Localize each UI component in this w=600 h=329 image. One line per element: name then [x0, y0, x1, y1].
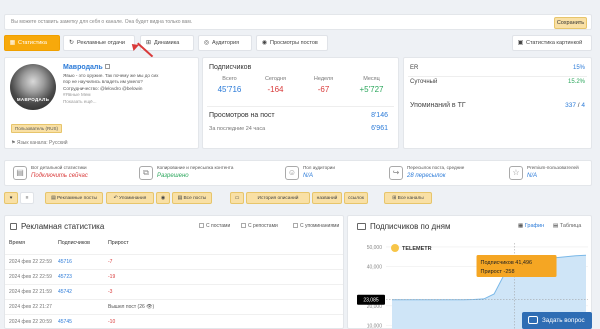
channel-avatar: МАВРОДАЛЬ — [10, 64, 56, 110]
mentions-extra[interactable]: 4 — [581, 102, 585, 109]
filter-with-posts[interactable]: С постами — [199, 223, 230, 229]
er-card: ER 15% Суточный 15.2% Упоминаний в ТГ 337 /… — [403, 57, 592, 149]
external-link-icon[interactable] — [104, 64, 110, 69]
eye-icon: ◉ — [160, 196, 166, 201]
tab-graph[interactable]: ▦ Графин — [518, 223, 544, 229]
menu-button[interactable]: ≡ — [20, 192, 34, 204]
col-header-growth: Прирост — [108, 240, 129, 246]
subscribers-title: Подписчиков — [209, 64, 252, 71]
ad-statistics-title: Рекламная статистика — [21, 222, 105, 231]
er-value: 15% — [572, 65, 585, 71]
daily-er-label: Суточный — [410, 79, 438, 85]
doc-button[interactable]: ▭ — [230, 192, 244, 204]
channel-name[interactable]: Мавродаль — [63, 64, 110, 71]
mentions-button[interactable]: ↶ Упоминания — [106, 192, 154, 204]
document-icon: ▭ — [234, 196, 240, 201]
chart-title: Подписчиков по дням — [370, 222, 451, 231]
star-icon: ☆ — [509, 166, 523, 180]
filter-with-reposts[interactable]: С репостами — [241, 223, 278, 229]
save-note-button[interactable]: Сохранить — [554, 17, 587, 29]
user-icon: ☺ — [285, 166, 299, 180]
connect-now-link[interactable]: Подключить сейчас — [31, 173, 88, 179]
chart-icon: ▤ — [13, 166, 27, 180]
divider — [207, 106, 394, 107]
eye-button[interactable]: ◉ — [156, 192, 170, 204]
category-badge[interactable]: Пользователь (RUS) — [11, 124, 62, 133]
crosshair-label: 23,085 — [363, 298, 379, 304]
forward-icon: ↪ — [389, 166, 403, 180]
daily-er-value: 15.2% — [567, 79, 585, 85]
telemetr-brand: TELEMETR — [402, 246, 432, 252]
mentions-value[interactable]: 337 — [565, 102, 576, 109]
names-history-button[interactable]: названий — [312, 192, 342, 204]
filter-with-mentions[interactable]: С упоминаниями — [293, 223, 339, 229]
views-per-post-value: 8'146 — [371, 112, 388, 119]
subscribers-card: Подписчиков Всего Сегодня Неделя Месяц 4… — [202, 57, 399, 149]
divider — [408, 76, 587, 77]
table-icon — [10, 223, 17, 230]
y-tick-label: 40,000 — [367, 265, 383, 271]
er-label: ER — [410, 65, 419, 71]
tab-dynamics[interactable]: ⊞ Динамика — [140, 35, 194, 51]
tab-ad-returns[interactable]: ↻ Рекламные отдачи — [63, 35, 135, 51]
tab-table[interactable]: ▤ Таблица — [553, 223, 581, 229]
description-history-button[interactable]: История описаний — [246, 192, 310, 204]
table-icon: ▤ — [553, 223, 560, 229]
table-row: 2024 фев 22 21:27 Вышел пост (26 👁) — [5, 299, 343, 314]
heart-button[interactable]: ♥ — [4, 192, 18, 204]
menu-icon: ≡ — [25, 196, 29, 201]
last24-value: 6'961 — [371, 125, 388, 132]
post-published-link[interactable]: Вышел пост (26 👁) — [108, 304, 154, 310]
y-tick-label: 10,000 — [367, 323, 383, 329]
tab-audience[interactable]: ◎ Аудитория — [198, 35, 252, 51]
ask-question-button[interactable]: Задать вопрос — [522, 312, 592, 329]
image-icon: ▣ — [517, 40, 524, 46]
col-header-subs: Подписчиков — [58, 240, 90, 246]
show-more-link[interactable]: Показать ещё... — [63, 99, 197, 105]
copy-icon: ⧉ — [139, 166, 153, 180]
tab-statistics[interactable]: ▦ Статистика — [4, 35, 60, 51]
views-per-post-label: Просмотров на пост — [209, 112, 275, 119]
refresh-icon: ↻ — [68, 40, 75, 46]
y-tick-label: 50,000 — [367, 245, 383, 251]
table-row: 2024 фев 22 22:59 45723 -19 — [5, 269, 343, 284]
last24-label: За последние 24 часа — [209, 126, 266, 132]
stats-icon: ▦ — [9, 40, 16, 46]
subs-today: -164 — [267, 85, 284, 94]
channel-description: Явью - это оружие. Так почему же мы до с… — [63, 73, 197, 105]
chat-icon — [528, 316, 538, 324]
table-row: 2024 фев 22 20:59 45745 -10 — [5, 314, 343, 329]
note-placeholder[interactable]: Вы можете оставить заметку для себя о ка… — [11, 19, 192, 25]
stats-image-button[interactable]: ▣ Статистика картинкой — [512, 35, 592, 51]
telemetr-logo — [391, 244, 399, 252]
chart-icon — [357, 223, 366, 230]
table-row: 2024 фев 22 22:59 45716 -7 — [5, 254, 343, 269]
tooltip-growth: Прирост -258 — [481, 269, 515, 275]
tab-post-views[interactable]: ◉ Просмотры постов — [256, 35, 328, 51]
table-row: 2024 фев 22 21:59 45742 -3 — [5, 284, 343, 299]
subs-month: +5'727 — [359, 85, 384, 94]
heart-icon: ♥ — [9, 196, 13, 201]
tooltip-subs: Подписчиков 41,496 — [481, 260, 533, 266]
eye-icon: ◉ — [261, 40, 268, 46]
col-header-time: Время — [9, 240, 25, 246]
mentions-label: Упоминаний в ТГ — [410, 102, 466, 109]
chart-icon: ▦ — [518, 223, 525, 229]
subs-week: -67 — [317, 85, 330, 94]
links-history-button[interactable]: ссылок — [344, 192, 368, 204]
all-posts-button[interactable]: ▤ Все посты — [172, 192, 212, 204]
channel-profile-card: МАВРОДАЛЬ Мавродаль Явью - это оружие. Т… — [4, 57, 199, 149]
ad-posts-button[interactable]: ▤ Рекламные посты — [45, 192, 103, 204]
audience-icon: ◎ — [203, 40, 210, 46]
ad-statistics-panel: Рекламная статистика С постами С репоста… — [4, 215, 344, 329]
subs-total: 45'716 — [217, 85, 242, 94]
all-channels-button[interactable]: ⊞ Все каналы — [384, 192, 432, 204]
channel-language: ⚑ Язык канала: Русский — [11, 140, 68, 146]
feature-stats-strip: ▤ Вот детальной статистики Подключить се… — [4, 160, 592, 186]
channel-note-bar: Вы можете оставить заметку для себя о ка… — [4, 14, 592, 30]
